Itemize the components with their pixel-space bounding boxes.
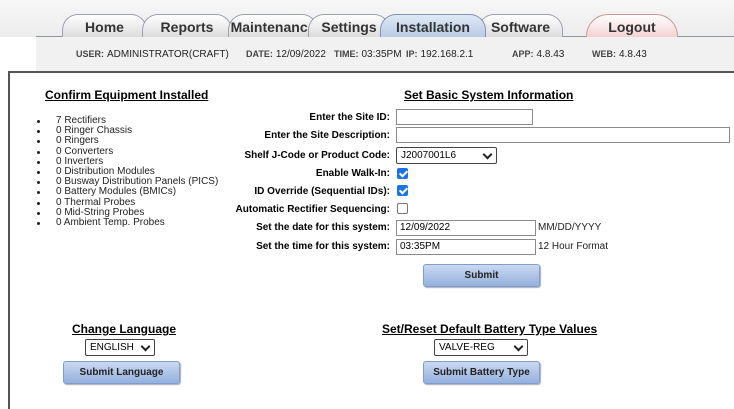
equipment-list: 7 Rectifiers 0 Ringer Chassis 0 Ringers … — [30, 115, 218, 228]
id-override-label: ID Override (Sequential IDs): — [254, 186, 390, 197]
auto-sequencing-checkbox[interactable] — [397, 203, 408, 214]
language-title: Change Language — [72, 322, 177, 336]
ip-info: IP: 192.168.2.1 — [406, 49, 474, 60]
chevron-down-icon — [482, 149, 493, 160]
tab-home[interactable]: Home — [62, 14, 147, 37]
time-info: TIME: 03:35PM — [334, 49, 402, 60]
jcode-select[interactable]: J2007001L6 — [396, 147, 497, 164]
tab-installation[interactable]: Installation — [380, 14, 486, 37]
tab-logout[interactable]: Logout — [586, 14, 678, 37]
auto-sequencing-label: Automatic Rectifier Sequencing: — [235, 204, 390, 215]
walk-in-label: Enable Walk-In: — [315, 168, 390, 179]
submit-language-button[interactable]: Submit Language — [63, 361, 180, 384]
date-format-hint: MM/DD/YYYY — [538, 222, 602, 233]
site-description-label: Enter the Site Description: — [264, 130, 390, 141]
app-version-info: APP: 4.8.43 — [512, 49, 565, 60]
equipment-title: Confirm Equipment Installed — [45, 88, 209, 102]
site-id-input[interactable] — [396, 109, 533, 125]
id-override-checkbox[interactable] — [397, 185, 408, 196]
language-selected-value: ENGLISH — [90, 342, 134, 353]
system-info-title: Set Basic System Information — [404, 88, 574, 102]
submit-battery-type-button[interactable]: Submit Battery Type — [423, 361, 540, 384]
list-item: 0 Ambient Temp. Probes — [30, 217, 218, 228]
system-time-input[interactable]: 03:35PM — [396, 239, 536, 255]
system-date-label: Set the date for this system: — [256, 222, 390, 233]
chevron-down-icon — [513, 341, 524, 352]
jcode-label: Shelf J-Code or Product Code: — [244, 150, 390, 161]
tab-reports[interactable]: Reports — [142, 14, 232, 37]
walk-in-checkbox[interactable] — [397, 168, 408, 179]
system-time-label: Set the time for this system: — [256, 241, 390, 252]
time-format-hint: 12 Hour Format — [538, 241, 609, 252]
submit-system-button[interactable]: Submit — [423, 264, 540, 287]
system-date-input[interactable]: 12/09/2022 — [396, 220, 536, 236]
battery-type-select[interactable]: VALVE-REG — [434, 339, 528, 356]
battery-type-selected-value: VALVE-REG — [439, 342, 495, 353]
web-version-info: WEB: 4.8.43 — [592, 49, 647, 60]
site-id-label: Enter the Site ID: — [309, 112, 390, 123]
date-info: DATE: 12/09/2022 — [246, 49, 326, 60]
site-description-input[interactable] — [396, 127, 730, 143]
tab-software[interactable]: Software — [478, 14, 563, 37]
user-info: USER: ADMINISTRATOR(CRAFT) — [76, 49, 229, 60]
battery-title: Set/Reset Default Battery Type Values — [382, 322, 598, 336]
jcode-selected-value: J2007001L6 — [401, 150, 457, 161]
tab-settings[interactable]: Settings — [308, 14, 390, 37]
language-select[interactable]: ENGLISH — [85, 339, 155, 356]
tab-maintenance[interactable]: Maintenance — [228, 14, 318, 37]
status-info-bar: USER: ADMINISTRATOR(CRAFT) DATE: 12/09/202… — [36, 37, 734, 71]
chevron-down-icon — [140, 341, 151, 352]
